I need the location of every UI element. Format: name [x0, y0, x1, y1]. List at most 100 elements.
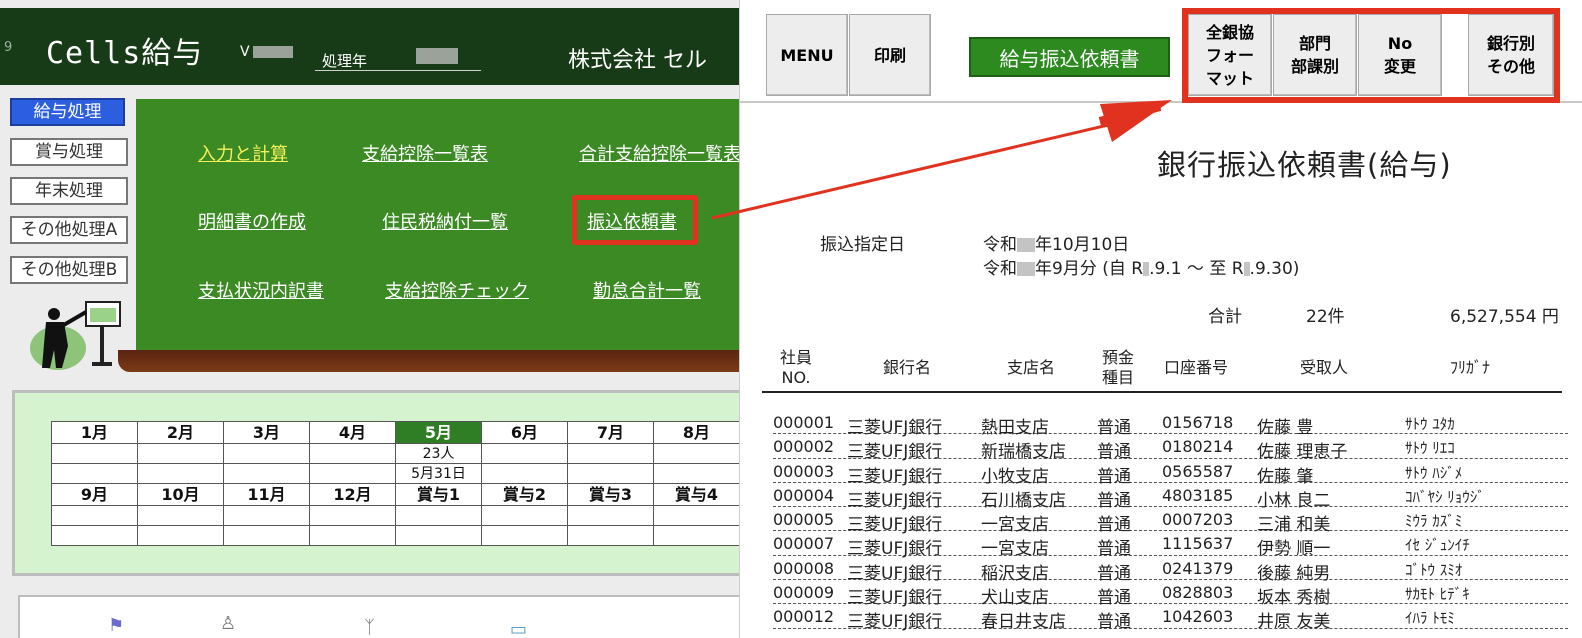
print-button[interactable]: 印刷: [849, 14, 931, 96]
month-cell[interactable]: 7月: [567, 421, 654, 444]
emp-no: 000009: [773, 583, 835, 603]
emp-no: 000008: [773, 558, 835, 578]
table-row[interactable]: 000007 三菱UFJ銀行 一宮支店 普通 1115637 伊勢 順一 ｲｾ ｼﾞｭﾝｲﾁ: [773, 531, 1568, 559]
header-account: 口座番号: [1164, 358, 1229, 377]
menu-link-pay-deduction-list[interactable]: 支給控除一覧表: [362, 140, 488, 166]
app-title: Cells給与: [46, 36, 204, 71]
menu-link-payment-breakdown[interactable]: 支払状況内訳書: [198, 277, 324, 303]
month-cell[interactable]: 6月: [481, 421, 568, 444]
side-menu-other-b[interactable]: その他処理B: [10, 256, 128, 284]
payee-kana: ｺﾊﾞﾔｼ ﾘｮｳｼﾞ: [1405, 487, 1485, 506]
menu-link-input-calc[interactable]: 入力と計算: [198, 140, 288, 166]
month-cell[interactable]: 12月: [309, 483, 396, 506]
calendar-cell: [567, 463, 654, 484]
calendar-table: 1月 2月 3月 4月 5月 6月 7月 8月 23人 5月31日 9月 10月…: [51, 421, 740, 546]
salary-transfer-request-button[interactable]: 給与振込依頼書: [969, 37, 1170, 77]
emp-no: 000004: [773, 485, 835, 505]
menu-link-pay-deduction-check[interactable]: 支給控除チェック: [385, 277, 529, 303]
month-cell-current[interactable]: 5月: [395, 421, 482, 444]
table-row[interactable]: 000004 三菱UFJ銀行 石川橋支店 普通 4803185 小林 良二 ｺﾊﾞﾔｼ ﾘｮ…: [773, 483, 1568, 511]
payee-kana: ｻｶﾓﾄ ﾋﾃﾞｷ: [1405, 585, 1470, 604]
side-menu-other-a[interactable]: その他処理A: [10, 216, 128, 244]
calendar-cell: [309, 443, 396, 464]
calendar-cell: [137, 525, 224, 546]
total-amount: 6,527,554 円: [1450, 307, 1559, 327]
month-cell[interactable]: 1月: [51, 421, 138, 444]
header-rule: [762, 391, 1562, 393]
table-row[interactable]: 000001 三菱UFJ銀行 熱田支店 普通 0156718 佐藤 豊ｻﾄｳ ﾕﾀｶ: [773, 410, 1568, 438]
payee-kana: ｻﾄｳ ﾊｼﾞﾒ: [1405, 463, 1463, 482]
account-number: 0180214: [1162, 437, 1234, 457]
menu-button[interactable]: MENU: [766, 14, 848, 96]
calendar-cell: [51, 463, 138, 484]
payee-kana: ｲﾊﾗ ﾄﾓﾐ: [1405, 609, 1455, 628]
calendar-cell: [309, 505, 396, 526]
calendar-cell: [481, 463, 568, 484]
month-cell[interactable]: 10月: [137, 483, 224, 506]
sheet-number: 9: [4, 40, 13, 55]
transfer-request-window: MENU 印刷 給与振込依頼書 全銀協 フォー マット 部門 部課別 No 変更…: [739, 0, 1582, 638]
emp-no: 000001: [773, 413, 835, 432]
side-menu-year-end[interactable]: 年末処理: [10, 177, 128, 205]
month-cell[interactable]: 3月: [223, 421, 310, 444]
menu-link-attendance-total[interactable]: 勤怠合計一覧: [593, 277, 701, 303]
bonus-cell[interactable]: 賞与3: [567, 483, 654, 506]
document-title: 銀行振込依頼書(給与): [1157, 148, 1452, 182]
account-number: 0565587: [1162, 461, 1234, 481]
payee-kana: ｻﾄｳ ﾕﾀｶ: [1405, 415, 1455, 433]
table-row[interactable]: 000005 三菱UFJ銀行 一宮支店 普通 0007203 三浦 和美 ﾐｳﾗ ｶｽﾞﾐ: [773, 507, 1568, 535]
account-number: 0241379: [1162, 558, 1234, 578]
calendar-cell: [653, 525, 740, 546]
calendar-cell: [309, 525, 396, 546]
month-cell[interactable]: 11月: [223, 483, 310, 506]
table-row[interactable]: 000012 三菱UFJ銀行 春日井支店 普通 1042603 井原 友美 ｲﾊﾗ ﾄﾓﾐ: [773, 604, 1568, 632]
total-label: 合計: [1208, 307, 1242, 327]
person-icon[interactable]: ♙: [220, 613, 236, 634]
calendar-cell: [137, 505, 224, 526]
table-row[interactable]: 000008 三菱UFJ銀行 稲沢支店 普通 0241379 後藤 純男 ｺﾞﾄｳ ｽﾐｵ: [773, 556, 1568, 584]
header-deposit-type: 預金 種目: [1102, 348, 1135, 387]
panel-shelf: [118, 350, 746, 372]
calendar-cell: [567, 505, 654, 526]
month-cell[interactable]: 2月: [137, 421, 224, 444]
emp-no: 000012: [773, 607, 835, 627]
current-people-count: 23人: [395, 443, 482, 464]
menu-link-create-slip[interactable]: 明細書の作成: [198, 208, 306, 234]
calendar-cell: [223, 525, 310, 546]
header-emp-no: 社員 NO.: [780, 348, 813, 387]
calendar-cell: [481, 525, 568, 546]
side-menu-bonus[interactable]: 賞与処理: [10, 138, 128, 166]
app-header: 9 Cells給与 V 処理年 株式会社 セル: [0, 8, 745, 85]
calendar-cell: [481, 443, 568, 464]
transfer-request-highlight: [572, 195, 698, 245]
side-menu-salary[interactable]: 給与処理: [10, 98, 125, 126]
document-icon[interactable]: ▭: [510, 619, 527, 638]
table-row[interactable]: 000003 三菱UFJ銀行 小牧支店 普通 0565587 佐藤 肇ｻﾄｳ ﾊｼﾞﾒ: [773, 459, 1568, 487]
presenter-illustration-icon: [30, 301, 121, 370]
calendar-cell: [309, 463, 396, 484]
current-pay-date: 5月31日: [395, 463, 482, 484]
year-label: 処理年: [322, 52, 368, 70]
account-number: 4803185: [1162, 485, 1234, 505]
table-row[interactable]: 000009 三菱UFJ銀行 犬山支店 普通 0828803 坂本 秀樹 ｻｶﾓﾄ ﾋﾃﾞｷ: [773, 580, 1568, 608]
branch-name: 春日井支店: [981, 612, 1066, 633]
bonus-cell[interactable]: 賞与1: [395, 483, 482, 506]
figure-icon[interactable]: ᛉ: [364, 617, 375, 638]
table-row[interactable]: 000002 三菱UFJ銀行 新瑞橋支店 普通 0180214 佐藤 理恵子 ｻﾄｳ ﾘｴｺ: [773, 434, 1568, 462]
menu-link-total-pay-deduction-list[interactable]: 合計支給控除一覧表: [579, 140, 741, 166]
menu-link-resident-tax-list[interactable]: 住民税納付一覧: [382, 208, 508, 234]
month-cell[interactable]: 4月: [309, 421, 396, 444]
flag-icon[interactable]: ⚑: [108, 615, 124, 636]
calendar-cell: [567, 525, 654, 546]
calendar-cell: [223, 505, 310, 526]
company-name: 株式会社 セル: [568, 48, 707, 73]
month-cell[interactable]: 8月: [653, 421, 740, 444]
version-redacted: [253, 46, 293, 58]
bonus-cell[interactable]: 賞与2: [481, 483, 568, 506]
month-cell[interactable]: 9月: [51, 483, 138, 506]
calendar-cell: [223, 463, 310, 484]
account-number: 1115637: [1162, 534, 1234, 554]
pay-period: 令和 年9月分 (自 R .9.1 〜 至 R .9.30): [983, 259, 1300, 279]
year-redacted: [416, 48, 458, 64]
bonus-cell[interactable]: 賞与4: [653, 483, 740, 506]
